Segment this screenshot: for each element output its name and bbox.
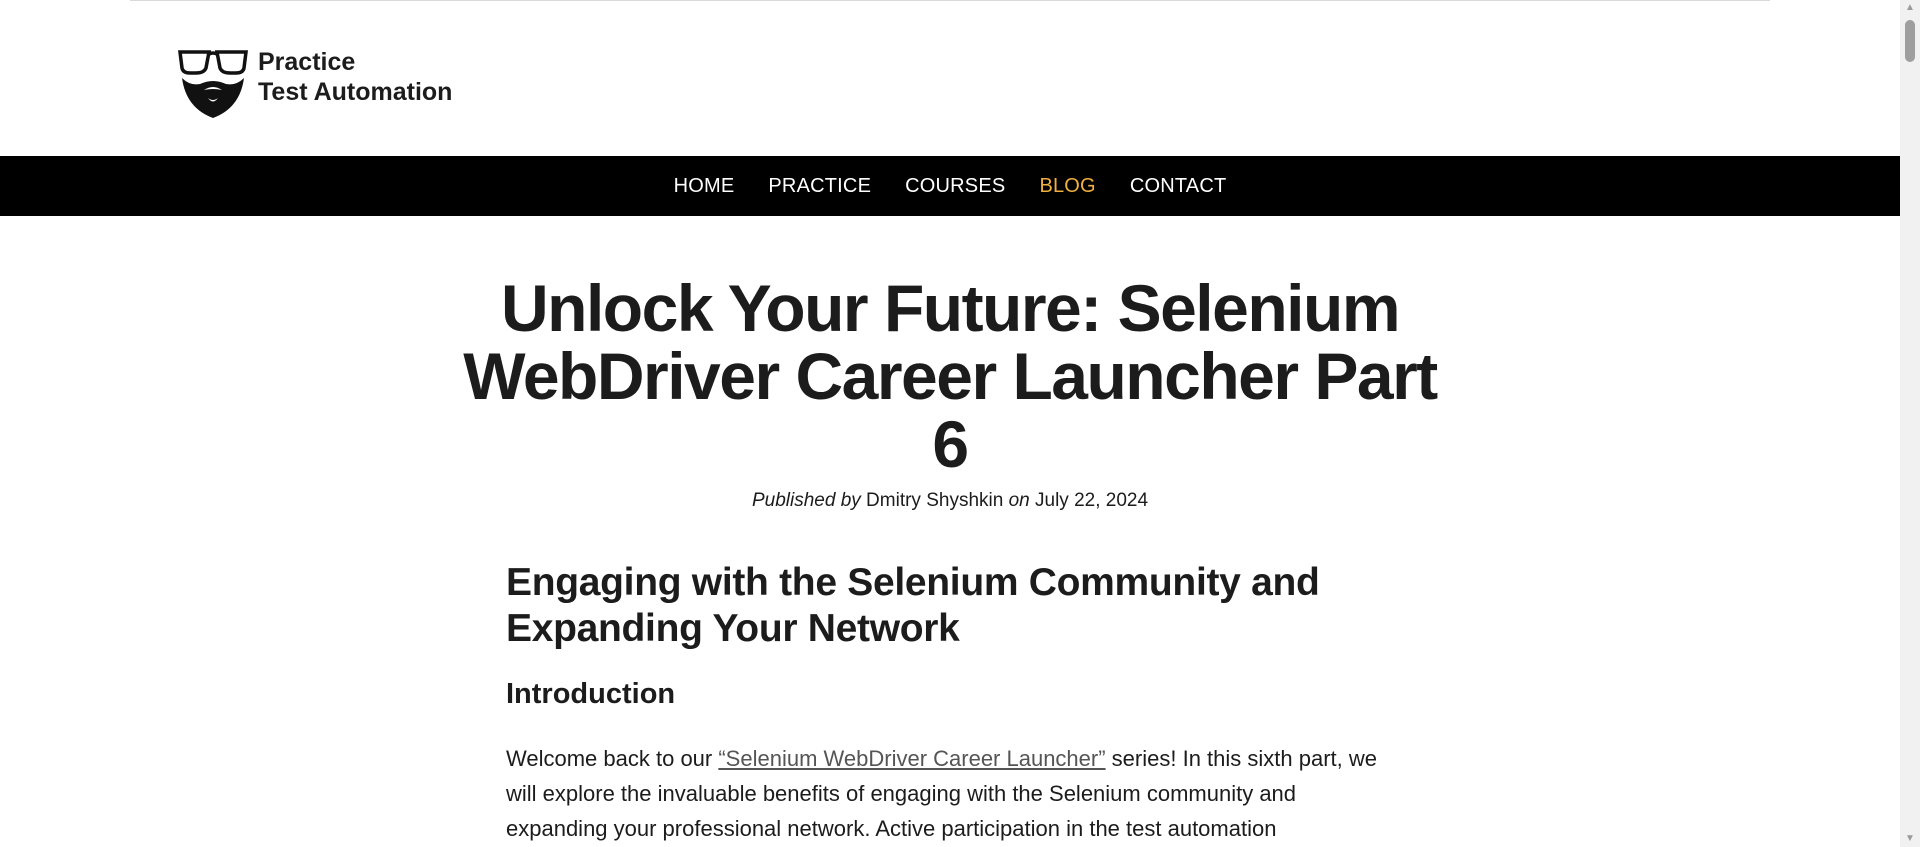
main-nav: HOME PRACTICE COURSES BLOG CONTACT <box>0 156 1900 216</box>
scroll-down-arrow-icon[interactable]: ▼ <box>1900 831 1920 847</box>
logo-line-1: Practice <box>258 48 356 76</box>
nav-item-contact[interactable]: CONTACT <box>1130 175 1227 198</box>
site-logo[interactable]: Practice Test Automation <box>178 47 452 120</box>
logo-line-2: Test Automation <box>258 78 453 106</box>
scrollbar-thumb[interactable] <box>1905 20 1915 62</box>
series-link[interactable]: “Selenium WebDriver Career Launcher” <box>718 746 1105 771</box>
page-scrollbar[interactable]: ▲ ▼ <box>1900 0 1920 847</box>
post-date: July 22, 2024 <box>1035 490 1149 511</box>
intro-text-before: Welcome back to our <box>506 746 719 771</box>
nav-item-practice[interactable]: PRACTICE <box>768 175 871 198</box>
post-meta: Published by Dmitry Shyshkin on July 22,… <box>460 490 1440 512</box>
published-by-label: Published by <box>751 490 861 511</box>
bearded-glasses-logo-icon <box>178 50 248 118</box>
top-divider <box>130 0 1770 1</box>
nav-item-courses[interactable]: COURSES <box>905 175 1005 198</box>
main-nav-bar: HOME PRACTICE COURSES BLOG CONTACT <box>0 156 1900 216</box>
intro-heading: Introduction <box>506 678 676 710</box>
logo-wordmark: Practice Test Automation <box>258 47 452 107</box>
nav-item-home[interactable]: HOME <box>674 175 735 198</box>
nav-item-blog[interactable]: BLOG <box>1039 175 1095 198</box>
post-author[interactable]: Dmitry Shyshkin <box>866 490 1003 511</box>
post-title: Unlock Your Future: Selenium WebDriver C… <box>463 271 1438 481</box>
published-on-label: on <box>1008 490 1030 511</box>
section-heading: Engaging with the Selenium Community and… <box>506 561 1320 650</box>
intro-paragraph: Welcome back to our “Selenium WebDriver … <box>506 741 1386 846</box>
post-content: Engaging with the Selenium Community and… <box>506 560 1386 846</box>
scroll-up-arrow-icon[interactable]: ▲ <box>1900 0 1920 16</box>
